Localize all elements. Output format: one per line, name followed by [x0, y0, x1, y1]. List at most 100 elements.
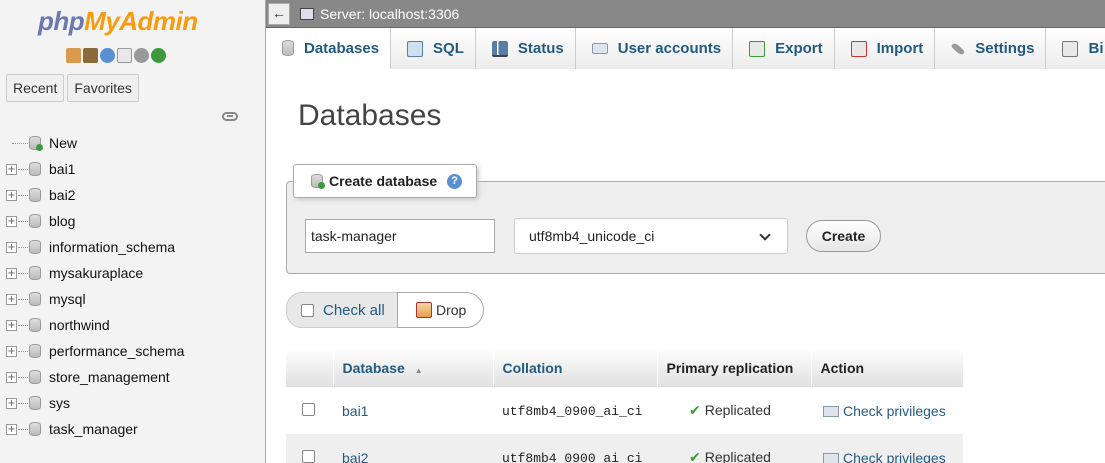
docs-icon[interactable]: [117, 48, 132, 63]
table-header-row: Database ▲ Collation Primary replication …: [286, 348, 964, 387]
tree-item-database[interactable]: + mysql: [0, 286, 265, 312]
create-button[interactable]: Create: [806, 220, 881, 252]
create-database-legend[interactable]: Create database ?: [293, 164, 478, 198]
database-link[interactable]: bai2: [342, 450, 368, 463]
drop-button[interactable]: Drop: [397, 292, 484, 328]
drop-icon: [416, 302, 432, 318]
collation-value: utf8mb4_0900_ai_ci: [502, 451, 643, 463]
database-column-header[interactable]: Database ▲: [333, 348, 494, 387]
tree-connector: [18, 324, 28, 326]
expand-icon[interactable]: +: [6, 345, 17, 357]
check-privileges-link[interactable]: Check privileges: [843, 403, 946, 419]
row-checkbox[interactable]: [302, 449, 315, 463]
tab-label: Export: [775, 40, 823, 57]
tab-label: Settings: [975, 40, 1035, 57]
server-breadcrumb[interactable]: Server: localhost:3306: [320, 6, 459, 22]
tree-item-new[interactable]: New: [0, 130, 265, 156]
expand-icon[interactable]: +: [6, 397, 17, 409]
tree-item-database[interactable]: + bai1: [0, 156, 265, 182]
expand-icon[interactable]: +: [6, 215, 17, 227]
tree-connector: [18, 246, 28, 248]
database-icon: [29, 422, 41, 436]
check-all-checkbox[interactable]: [301, 303, 314, 317]
table-row: bai2 utf8mb4_0900_ai_ci ✔ Replicated Chec…: [286, 434, 963, 463]
reload-icon[interactable]: [151, 48, 166, 63]
logo-php-text: php: [38, 6, 85, 36]
tree-connector: [18, 428, 28, 430]
row-checkbox[interactable]: [302, 402, 315, 416]
tab-sql[interactable]: SQL: [391, 28, 476, 69]
tab-binary-log[interactable]: Bi: [1046, 28, 1105, 69]
expand-icon[interactable]: +: [6, 267, 17, 279]
check-icon: ✔: [689, 403, 701, 419]
favorites-tab[interactable]: Favorites: [67, 74, 139, 102]
tab-settings[interactable]: Settings: [935, 28, 1047, 69]
database-link[interactable]: bai1: [342, 403, 368, 419]
replication-header-label: Primary replication: [666, 359, 794, 376]
tree-item-database[interactable]: + store_management: [0, 364, 265, 390]
check-all-label: Check all: [323, 301, 385, 319]
tree-new-label: New: [49, 135, 78, 151]
collation-value: utf8mb4_0900_ai_ci: [502, 404, 643, 419]
tree-item-database[interactable]: + sys: [0, 390, 265, 416]
action-cell: Check privileges: [811, 387, 963, 434]
expand-icon[interactable]: +: [6, 241, 17, 253]
tree-item-database[interactable]: + northwind: [0, 312, 265, 338]
database-icon: [29, 240, 41, 254]
tab-label: Import: [876, 40, 924, 57]
collation-cell: utf8mb4_0900_ai_ci: [493, 434, 657, 463]
expand-icon[interactable]: +: [6, 189, 17, 201]
tab-export[interactable]: Export: [733, 28, 835, 69]
tree-connector: [18, 402, 28, 404]
tab-user-accounts[interactable]: User accounts: [575, 28, 734, 69]
action-header-label: Action: [820, 359, 865, 376]
tree-database-label: information_schema: [49, 239, 176, 255]
tab-status[interactable]: Status: [475, 28, 576, 69]
tab-databases[interactable]: Databases: [266, 28, 392, 69]
link-with-main-panel-icon[interactable]: [222, 112, 238, 121]
settings-icon[interactable]: [134, 48, 149, 63]
tree-database-label: mysql: [49, 291, 86, 307]
tree-database-label: sys: [49, 395, 70, 411]
help-icon[interactable]: ?: [447, 173, 463, 189]
page-title: Databases: [298, 99, 442, 132]
exit-icon[interactable]: [83, 48, 98, 63]
tree-item-database[interactable]: + blog: [0, 208, 265, 234]
database-icon: [29, 396, 41, 410]
expand-icon[interactable]: +: [6, 319, 17, 331]
expand-icon[interactable]: +: [6, 163, 17, 175]
database-name-input[interactable]: [305, 219, 495, 253]
database-icon: [29, 266, 41, 280]
expand-icon[interactable]: +: [6, 293, 17, 305]
tree-database-label: performance_schema: [49, 343, 185, 359]
collapse-sidebar-button[interactable]: ←: [268, 2, 290, 25]
tree-item-database[interactable]: + mysakuraplace: [0, 260, 265, 286]
check-all-button[interactable]: Check all: [286, 292, 398, 328]
recent-tab[interactable]: Recent: [6, 74, 65, 102]
tree-item-database[interactable]: + bai2: [0, 182, 265, 208]
binlog-icon: [1062, 40, 1079, 57]
expand-icon[interactable]: +: [6, 371, 17, 383]
replication-column-header: Primary replication: [657, 348, 812, 387]
collation-select[interactable]: utf8mb4_unicode_ci: [514, 218, 788, 254]
tree-item-database[interactable]: + performance_schema: [0, 338, 265, 364]
help-icon[interactable]: [100, 48, 115, 63]
new-database-icon: [29, 136, 43, 151]
collation-cell: utf8mb4_0900_ai_ci: [493, 387, 657, 434]
home-icon[interactable]: [66, 48, 81, 63]
check-privileges-link[interactable]: Check privileges: [843, 450, 946, 463]
collation-column-header[interactable]: Collation: [493, 348, 658, 387]
tree-connector: [12, 142, 28, 144]
tree-item-database[interactable]: + information_schema: [0, 234, 265, 260]
tab-import[interactable]: Import: [834, 28, 936, 69]
database-cell: bai1: [333, 387, 493, 434]
table-row: bai1 utf8mb4_0900_ai_ci ✔ Replicated Chec…: [286, 387, 963, 434]
phpmyadmin-logo[interactable]: phpMyAdmin: [38, 6, 198, 37]
export-icon: [749, 40, 766, 57]
collation-selected-value: utf8mb4_unicode_ci: [529, 228, 655, 244]
database-icon: [29, 318, 41, 332]
database-icon: [29, 292, 41, 306]
tree-item-database[interactable]: + task_manager: [0, 416, 265, 442]
create-database-title: Create database: [329, 173, 438, 189]
expand-icon[interactable]: +: [6, 423, 17, 435]
